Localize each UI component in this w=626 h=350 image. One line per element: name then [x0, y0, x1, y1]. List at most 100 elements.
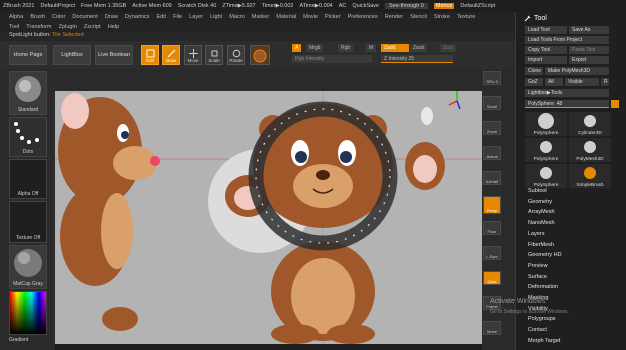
export-button[interactable]: Export — [569, 56, 609, 64]
color-picker[interactable] — [9, 291, 47, 335]
menu-item-marker[interactable]: Marker — [252, 14, 269, 20]
zadd-toggle[interactable]: Zadd — [381, 44, 409, 52]
menu-item-layer[interactable]: Layer — [189, 14, 203, 20]
copy-tool-button[interactable]: Copy Tool — [525, 46, 567, 54]
edit-button[interactable]: Edit — [141, 45, 159, 65]
menu-item-stroke[interactable]: Stroke — [434, 14, 450, 20]
subpalette-preview[interactable]: Preview — [528, 263, 548, 269]
subpalette-polygroups[interactable]: Polygroups — [528, 316, 556, 322]
live-boolean-button[interactable]: Live Boolean — [95, 45, 133, 65]
subpalette-geometry-hd[interactable]: Geometry HD — [528, 252, 562, 258]
tool-thumb-polysphere[interactable]: PolySphere — [525, 138, 567, 162]
menu-item-zplugin[interactable]: Zplugin — [59, 24, 77, 30]
r-button[interactable]: R — [601, 78, 609, 86]
rgb-intensity-slider[interactable]: Rgb Intensity — [292, 55, 372, 63]
polysphere-slider[interactable]: PolySphere. 48 — [525, 100, 609, 108]
shelf-button-qxyz[interactable]: Qxyz — [483, 271, 501, 285]
mrgb-toggle[interactable]: Mrgb — [306, 44, 324, 52]
scale-button[interactable]: Scale — [205, 45, 223, 65]
menu-item-tool[interactable]: Tool — [9, 24, 19, 30]
menu-item-document[interactable]: Document — [72, 14, 98, 20]
paste-tool-button[interactable]: Paste Tool — [569, 46, 609, 54]
menu-item-dynamics[interactable]: Dynamics — [125, 14, 150, 20]
zsub-toggle[interactable]: Zsub — [410, 44, 428, 52]
subpalette-fibermesh[interactable]: FiberMesh — [528, 242, 554, 248]
ac-label[interactable]: AC — [339, 3, 347, 9]
subpalette-layers[interactable]: Layers — [528, 231, 545, 237]
import-button[interactable]: Import — [525, 56, 567, 64]
tool-thumb-polysphere[interactable]: PolySphere — [525, 164, 567, 188]
tool-thumb-cylinder3d[interactable]: Cylinder3D — [569, 112, 611, 136]
clone-button[interactable]: Clone — [525, 67, 543, 75]
menu-item-macro[interactable]: Macro — [229, 14, 245, 20]
make-polymesh-button[interactable]: Make PolyMesh3D — [545, 67, 609, 75]
subpalette-contact[interactable]: Contact — [528, 327, 547, 333]
draw-button[interactable]: Draw — [162, 45, 180, 65]
subpalette-subtool[interactable]: Subtool — [528, 188, 547, 194]
all-button[interactable]: All — [545, 78, 563, 86]
menu-item-brush[interactable]: Brush — [30, 14, 45, 20]
z-intensity-slider[interactable]: Z Intensity 25 — [381, 55, 453, 63]
load-tools-from-project-button[interactable]: Load Tools From Project — [525, 36, 609, 44]
stroke-dots[interactable]: Dots — [9, 117, 47, 157]
menu-item-picker[interactable]: Picker — [325, 14, 341, 20]
menu-item-help[interactable]: Help — [108, 24, 120, 30]
lightbox-tools-button[interactable]: Lightbox▶Tools — [525, 89, 609, 97]
tool-slider-thumb[interactable] — [611, 100, 619, 108]
shelf-button-l-sym[interactable]: L.Sym — [483, 246, 501, 260]
shelf-button-actual[interactable]: Actual — [483, 146, 501, 160]
menu-item-render[interactable]: Render — [385, 14, 403, 20]
home-page-button[interactable]: Home Page — [9, 45, 47, 65]
default-zscript[interactable]: DefaultZScript — [460, 3, 495, 9]
subpalette-geometry[interactable]: Geometry — [528, 199, 552, 205]
quicksave-button[interactable]: QuickSave — [352, 3, 379, 9]
brush-standard[interactable]: Standard — [9, 71, 47, 115]
rotate-button[interactable]: Rotate — [227, 45, 245, 65]
menu-item-transform[interactable]: Transform — [26, 24, 51, 30]
see-through-slider[interactable]: See-through 0 — [385, 3, 428, 9]
tool-thumb-simplebrush[interactable]: SimpleBrush — [569, 164, 611, 188]
shelf-button-floor[interactable]: Floor — [483, 221, 501, 235]
subpalette-surface[interactable]: Surface — [528, 274, 547, 280]
menu-item-texture[interactable]: Texture — [457, 14, 475, 20]
subpalette-arraymesh[interactable]: ArrayMesh — [528, 209, 555, 215]
menu-item-draw[interactable]: Draw — [105, 14, 118, 20]
a-toggle[interactable]: A — [292, 44, 302, 52]
save-as-button[interactable]: Save As — [569, 26, 609, 34]
menu-item-preferences[interactable]: Preferences — [348, 14, 378, 20]
goz-button[interactable]: GoZ — [525, 78, 543, 86]
rgb-toggle[interactable]: Rgb — [338, 44, 354, 52]
lightbox-button[interactable]: LightBox — [53, 45, 91, 65]
tool-thumb-polymesh3d[interactable]: PolyMesh3D — [569, 138, 611, 162]
shelf-button-zoom[interactable]: Zoom — [483, 121, 501, 135]
texture-off[interactable]: Texture Off — [9, 201, 47, 243]
menu-item-alpha[interactable]: Alpha — [9, 14, 23, 20]
m-toggle[interactable]: M — [366, 44, 377, 52]
menu-item-stencil[interactable]: Stencil — [410, 14, 427, 20]
document-canvas[interactable] — [55, 91, 482, 344]
subpalette-deformation[interactable]: Deformation — [528, 284, 558, 290]
zcut-toggle[interactable]: Zcut — [440, 44, 456, 52]
subpalette-nanomesh[interactable]: NanoMesh — [528, 220, 555, 226]
shelf-button-move[interactable]: Move — [483, 321, 501, 335]
shelf-button-persp[interactable]: Persp — [483, 196, 501, 214]
menus-toggle[interactable]: Menus — [433, 3, 455, 9]
subpalette-morph-target[interactable]: Morph Target — [528, 338, 560, 344]
visible-button[interactable]: Visible — [565, 78, 599, 86]
menu-item-color[interactable]: Color — [52, 14, 65, 20]
load-tool-button[interactable]: Load Tool — [525, 26, 567, 34]
gradient-label[interactable]: Gradient — [9, 337, 28, 343]
menu-item-edit[interactable]: Edit — [156, 14, 166, 20]
menu-item-material[interactable]: Material — [276, 14, 296, 20]
menu-item-zscript[interactable]: Zscript — [84, 24, 101, 30]
menu-item-movie[interactable]: Movie — [303, 14, 318, 20]
move-button[interactable]: Move — [184, 45, 202, 65]
menu-item-light[interactable]: Light — [210, 14, 222, 20]
tool-thumb-polysphere[interactable]: PolySphere — [525, 112, 567, 136]
shelf-button-aahalf[interactable]: AAHalf — [483, 171, 501, 185]
matcap-gray[interactable]: MatCap Gray — [9, 245, 47, 289]
material-swatch[interactable] — [250, 45, 270, 65]
alpha-off[interactable]: Alpha Off — [9, 159, 47, 199]
menu-item-file[interactable]: File — [173, 14, 182, 20]
shelf-button-spix-3[interactable]: SPix 3 — [483, 71, 501, 85]
